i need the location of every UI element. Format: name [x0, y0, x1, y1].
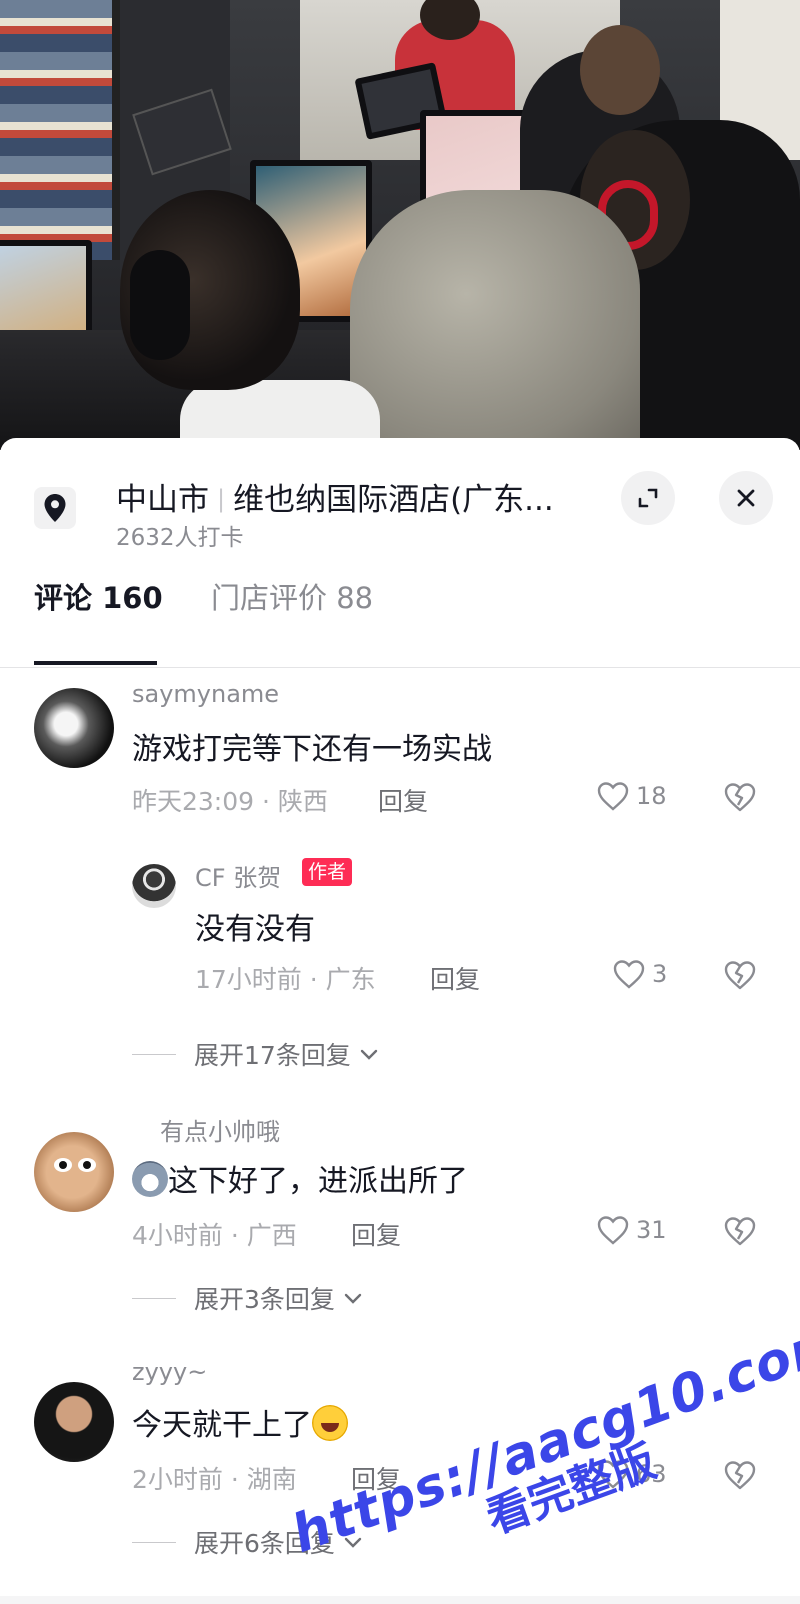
- reply-username[interactable]: CF 张贺: [195, 858, 281, 893]
- comment-meta: 昨天23:09 · 陕西: [132, 787, 328, 816]
- comment-username[interactable]: zyyy~: [132, 1358, 207, 1386]
- active-tab-indicator: [34, 661, 157, 665]
- location-title[interactable]: 中山市 | 维也纳国际酒店(广东...: [116, 474, 554, 519]
- dislike-button[interactable]: [723, 1459, 757, 1495]
- expand-replies-button[interactable]: 展开3条回复: [132, 1280, 363, 1316]
- tab-bar: 评论 160 门店评价 88: [0, 578, 800, 688]
- location-city: 中山市: [116, 482, 209, 518]
- reply-button[interactable]: 回复: [378, 782, 428, 818]
- like-button[interactable]: 3: [612, 958, 667, 990]
- heart-icon: [613, 960, 645, 989]
- location-pin-icon: [34, 487, 76, 529]
- comment-text[interactable]: 这下好了，进派出所了: [132, 1156, 468, 1200]
- close-icon: [737, 489, 755, 507]
- author-badge: 作者: [302, 858, 353, 886]
- laughing-emoji-icon: [312, 1405, 348, 1441]
- bottom-edge: [0, 1596, 800, 1604]
- divider: [0, 667, 800, 668]
- comment-username[interactable]: saymyname: [132, 680, 279, 708]
- avatar[interactable]: [34, 1132, 114, 1212]
- checkin-count: 2632人打卡: [116, 525, 244, 551]
- reply-meta: 17小时前 · 广东: [195, 965, 376, 994]
- tab-comments[interactable]: 评论 160: [34, 578, 163, 650]
- chevron-down-icon: [360, 1049, 378, 1060]
- comment-meta: 4小时前 · 广西: [132, 1221, 297, 1250]
- comment-username[interactable]: 有点小帅哦: [160, 1112, 280, 1147]
- avatar[interactable]: [34, 1382, 114, 1462]
- grey-jacket: [350, 190, 640, 450]
- comment-text[interactable]: 游戏打完等下还有一场实战: [132, 724, 492, 768]
- location-place: 维也纳国际酒店(广东...: [233, 482, 554, 518]
- broken-heart-icon: [724, 1461, 756, 1490]
- comment-meta: 2小时前 · 湖南: [132, 1465, 297, 1494]
- heart-icon: [597, 782, 629, 811]
- like-count: 3: [652, 960, 668, 988]
- chevron-down-icon: [344, 1293, 362, 1304]
- player-head: [580, 25, 660, 115]
- tab-store-reviews[interactable]: 门店评价 88: [211, 578, 373, 650]
- expand-icon: [638, 488, 658, 508]
- dislike-button[interactable]: [723, 781, 757, 817]
- video-photo[interactable]: [0, 0, 800, 450]
- comment-sheet: 中山市 | 维也纳国际酒店(广东... 2632人打卡 评论 160 门店评价 88…: [0, 438, 800, 1604]
- comment-text[interactable]: 今天就干上了: [132, 1400, 348, 1444]
- dog-emoji-icon: [132, 1161, 168, 1197]
- reply-text[interactable]: 没有没有: [195, 904, 315, 948]
- location-separator: |: [217, 485, 226, 513]
- expand-replies-button[interactable]: 展开17条回复: [132, 1036, 379, 1072]
- like-count: 31: [636, 1216, 667, 1244]
- broken-heart-icon: [724, 961, 756, 990]
- expand-replies-label: 展开3条回复: [194, 1285, 335, 1314]
- avatar[interactable]: [34, 688, 114, 768]
- expand-replies-label: 展开17条回复: [194, 1041, 351, 1070]
- fridge-frame: [0, 0, 120, 260]
- broken-heart-icon: [724, 1217, 756, 1246]
- expand-line: [132, 1053, 176, 1055]
- expand-button[interactable]: [621, 471, 675, 525]
- comment-text-body: 这下好了，进派出所了: [168, 1164, 468, 1199]
- expand-line: [132, 1541, 176, 1543]
- broken-heart-icon: [724, 783, 756, 812]
- dislike-button[interactable]: [723, 959, 757, 995]
- heart-icon: [597, 1216, 629, 1245]
- expand-line: [132, 1297, 176, 1299]
- black-headset: [130, 250, 190, 360]
- avatar[interactable]: [132, 864, 176, 908]
- dislike-button[interactable]: [723, 1215, 757, 1251]
- like-count: 18: [636, 782, 667, 810]
- reply-button[interactable]: 回复: [351, 1216, 401, 1252]
- location-header[interactable]: 中山市 | 维也纳国际酒店(广东... 2632人打卡: [0, 438, 800, 551]
- like-button[interactable]: 18: [596, 780, 667, 812]
- comment-text-body: 今天就干上了: [132, 1408, 312, 1443]
- like-button[interactable]: 31: [596, 1214, 667, 1246]
- close-button[interactable]: [719, 471, 773, 525]
- reply-button[interactable]: 回复: [430, 960, 480, 996]
